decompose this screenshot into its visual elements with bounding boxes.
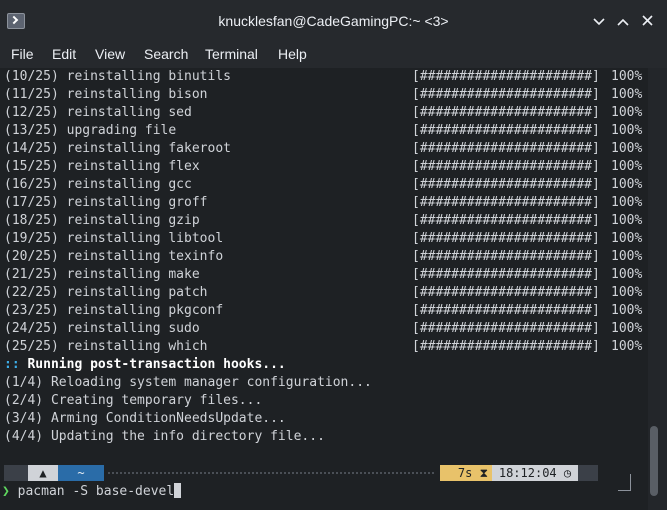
menu-file[interactable]: File <box>11 46 34 62</box>
output-line: (12/25) reinstalling sed <box>4 105 192 120</box>
prompt-duration: 7s ⧗ <box>440 465 492 481</box>
progress-bar-text: [######################] <box>412 177 600 192</box>
prompt-left-cap <box>4 465 28 481</box>
chevron-down-icon <box>593 18 605 26</box>
progress-percent: 100% <box>611 123 643 138</box>
hourglass-icon: ⧗ <box>479 466 488 480</box>
menu-view[interactable]: View <box>95 46 125 62</box>
progress-percent: 100% <box>611 213 643 228</box>
menu-terminal[interactable]: Terminal <box>205 46 258 62</box>
progress-percent: 100% <box>611 195 643 210</box>
output-line: (16/25) reinstalling gcc <box>4 177 192 192</box>
menu-help[interactable]: Help <box>278 46 307 62</box>
progress-percent: 100% <box>611 303 643 318</box>
progress-percent: 100% <box>611 321 643 336</box>
minimize-button[interactable] <box>589 11 609 31</box>
progress-percent: 100% <box>611 159 643 174</box>
output-line: (17/25) reinstalling groff <box>4 195 208 210</box>
output-line: (22/25) reinstalling patch <box>4 285 208 300</box>
prompt-caret: ❯ <box>2 484 10 499</box>
output-line: (24/25) reinstalling sudo <box>4 321 200 336</box>
window-title: knucklesfan@CadeGamingPC:~ <3> <box>218 13 449 29</box>
progress-percent: 100% <box>611 105 643 120</box>
progress-bar-text: [######################] <box>412 159 600 174</box>
progress-bar-text: [######################] <box>412 321 600 336</box>
menu-bar: File Edit View Search Terminal Help <box>0 42 667 68</box>
output-line: (19/25) reinstalling libtool <box>4 231 224 246</box>
hooks-header: :: Running post-transaction hooks... <box>4 356 286 374</box>
menu-search[interactable]: Search <box>144 46 188 62</box>
output-line: (14/25) reinstalling fakeroot <box>4 141 231 156</box>
hook-line: (1/4) Reloading system manager configura… <box>4 375 372 390</box>
prompt-dir: ~ <box>58 465 104 481</box>
progress-percent: 100% <box>611 267 643 282</box>
maximize-button[interactable] <box>613 11 633 31</box>
progress-bar-text: [######################] <box>412 303 600 318</box>
autosuggest-box <box>618 474 631 491</box>
progress-percent: 100% <box>611 249 643 264</box>
output-line: (23/25) reinstalling pkgconf <box>4 303 224 318</box>
scrollbar-thumb[interactable] <box>650 426 658 496</box>
progress-bar-text: [######################] <box>412 231 600 246</box>
progress-bar-text: [######################] <box>412 105 600 120</box>
output-line: (10/25) reinstalling binutils <box>4 69 231 84</box>
progress-bar-text: [######################] <box>412 123 600 138</box>
progress-bar-text: [######################] <box>412 267 600 282</box>
command-line[interactable]: ❯ pacman -S base-devel <box>2 483 182 501</box>
output-line: (21/25) reinstalling make <box>4 267 200 282</box>
arch-icon: ▲ <box>28 465 58 481</box>
progress-percent: 100% <box>611 141 643 156</box>
progress-percent: 100% <box>611 285 643 300</box>
output-line: (13/25) upgrading file <box>4 123 177 138</box>
progress-bar-text: [######################] <box>412 339 600 354</box>
hooks-marker: :: <box>4 357 20 372</box>
close-button[interactable] <box>637 11 657 31</box>
output-line: (18/25) reinstalling gzip <box>4 213 200 228</box>
output-line: (25/25) reinstalling which <box>4 339 208 354</box>
command-text: pacman -S base-devel <box>17 484 175 499</box>
terminal-window: knucklesfan@CadeGamingPC:~ <3> File Edit… <box>0 0 667 510</box>
progress-percent: 100% <box>611 177 643 192</box>
progress-bar-text: [######################] <box>412 141 600 156</box>
prompt-time: 18:12:04 ◷ <box>492 465 578 481</box>
output-line: (20/25) reinstalling texinfo <box>4 249 224 264</box>
progress-bar-text: [######################] <box>412 195 600 210</box>
progress-percent: 100% <box>611 87 643 102</box>
prompt-dots <box>108 472 434 474</box>
output-line: (11/25) reinstalling bison <box>4 87 208 102</box>
menu-edit[interactable]: Edit <box>52 46 76 62</box>
title-bar[interactable]: knucklesfan@CadeGamingPC:~ <3> <box>0 0 667 42</box>
hooks-header-text: Running post-transaction hooks... <box>19 357 286 372</box>
progress-percent: 100% <box>611 69 643 84</box>
close-icon <box>641 15 653 26</box>
hook-line: (2/4) Creating temporary files... <box>4 393 263 408</box>
progress-bar-text: [######################] <box>412 249 600 264</box>
progress-bar-text: [######################] <box>412 213 600 228</box>
output-line: (15/25) reinstalling flex <box>4 159 200 174</box>
progress-bar-text: [######################] <box>412 87 600 102</box>
progress-percent: 100% <box>611 231 643 246</box>
clock-icon: ◷ <box>563 466 572 480</box>
chevron-up-icon <box>617 18 629 26</box>
hook-line: (3/4) Arming ConditionNeedsUpdate... <box>4 411 286 426</box>
progress-bar-text: [######################] <box>412 285 600 300</box>
hook-line: (4/4) Updating the info directory file..… <box>4 429 325 444</box>
prompt-right-cap <box>578 465 598 481</box>
prompt-time-text: 18:12:04 <box>498 466 557 480</box>
prompt-duration-text: 7s <box>457 466 473 480</box>
progress-bar-text: [######################] <box>412 69 600 84</box>
text-cursor <box>174 483 182 498</box>
progress-percent: 100% <box>611 339 643 354</box>
